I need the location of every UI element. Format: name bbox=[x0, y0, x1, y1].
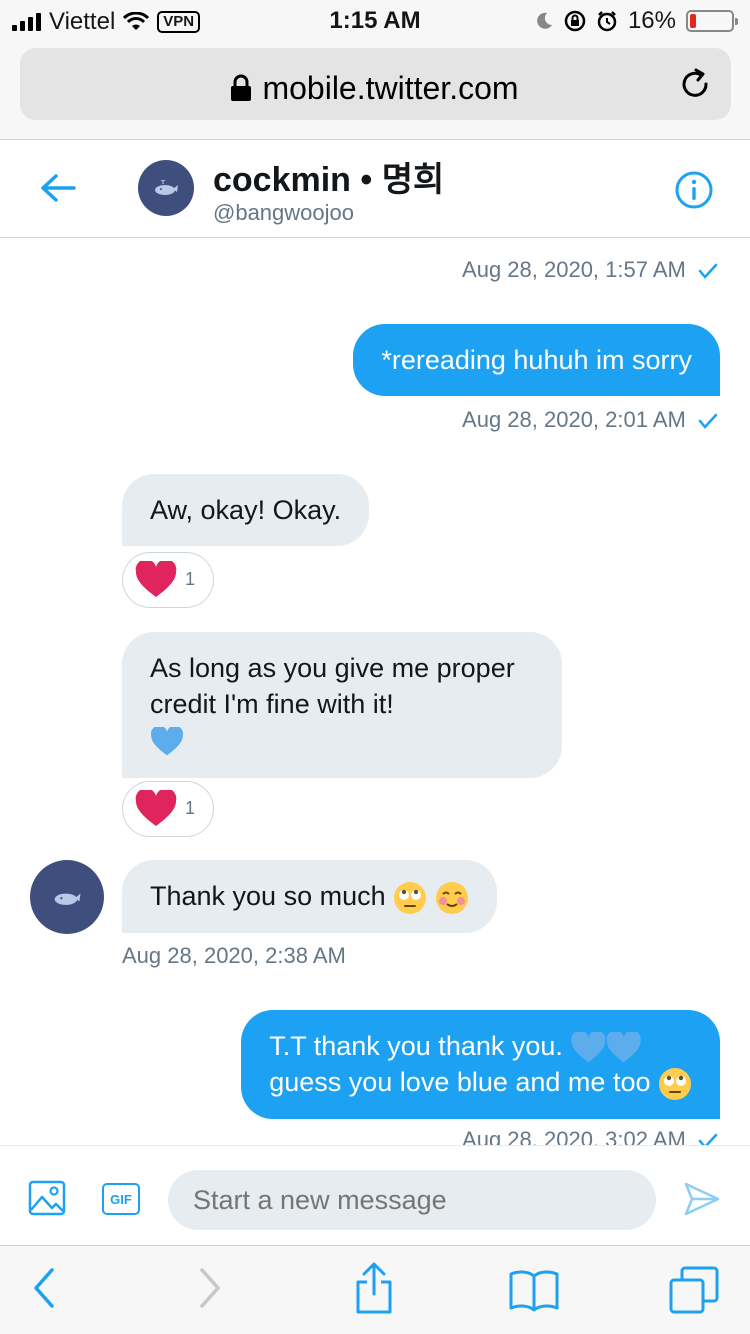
avatar[interactable] bbox=[138, 160, 194, 216]
rotation-lock-icon bbox=[564, 10, 586, 32]
gif-button[interactable]: GIF bbox=[102, 1183, 140, 1215]
browser-back-icon[interactable] bbox=[30, 1266, 56, 1310]
address-bar[interactable]: mobile.twitter.com bbox=[20, 48, 731, 120]
tabs-icon[interactable] bbox=[668, 1266, 720, 1314]
reload-icon[interactable] bbox=[677, 66, 713, 102]
message-list[interactable]: Aug 28, 2020, 1:57 AM *rereading huhuh i… bbox=[0, 239, 750, 1145]
rolling-eyes-emoji bbox=[659, 1067, 691, 1100]
whale-icon bbox=[54, 893, 81, 905]
sent-check-icon bbox=[698, 413, 718, 430]
message-timestamp: Aug 28, 2020, 3:02 AM bbox=[462, 1127, 718, 1145]
heart-icon bbox=[135, 561, 177, 597]
sent-check-icon bbox=[698, 263, 718, 280]
message-timestamp: Aug 28, 2020, 1:57 AM bbox=[462, 257, 718, 283]
message-timestamp: Aug 28, 2020, 2:38 AM bbox=[122, 943, 346, 968]
blue-heart-emoji bbox=[150, 725, 184, 756]
contact-handle: @bangwoojoo bbox=[213, 200, 354, 225]
contact-name[interactable]: cockmin • 명희 bbox=[213, 152, 444, 201]
moon-icon bbox=[537, 12, 552, 29]
status-bar: Viettel VPN 1:15 AM 16% bbox=[0, 0, 750, 40]
sent-check-icon bbox=[698, 1133, 718, 1145]
avatar[interactable] bbox=[30, 860, 104, 934]
outgoing-message[interactable]: *rereading huhuh im sorry bbox=[353, 324, 720, 396]
reaction-count: 1 bbox=[185, 569, 196, 589]
reaction-badge[interactable]: 1 bbox=[122, 552, 214, 608]
outgoing-message[interactable]: T.T thank you thank you. guess you love … bbox=[241, 1010, 720, 1119]
message-input[interactable] bbox=[168, 1170, 656, 1230]
heart-icon bbox=[135, 790, 177, 826]
back-arrow-icon[interactable] bbox=[38, 170, 78, 206]
share-icon[interactable] bbox=[354, 1260, 394, 1316]
send-icon[interactable] bbox=[684, 1182, 720, 1216]
rolling-eyes-emoji bbox=[394, 881, 427, 914]
incoming-message[interactable]: Aw, okay! Okay. bbox=[122, 474, 370, 546]
browser-bottom-toolbar bbox=[0, 1245, 750, 1334]
whale-icon bbox=[155, 180, 178, 195]
blue-hearts-emoji bbox=[571, 1030, 642, 1063]
conversation-header: cockmin • 명희 @bangwoojoo bbox=[0, 140, 750, 238]
info-icon[interactable] bbox=[674, 170, 714, 210]
reaction-count: 1 bbox=[185, 798, 196, 818]
smiling-blush-emoji bbox=[435, 881, 468, 914]
image-icon[interactable] bbox=[28, 1180, 66, 1216]
incoming-message[interactable]: Thank you so much bbox=[122, 860, 497, 933]
url-text: mobile.twitter.com bbox=[262, 70, 519, 106]
incoming-message[interactable]: As long as you give me proper credit I'm… bbox=[122, 632, 562, 778]
message-composer: GIF bbox=[0, 1145, 750, 1245]
battery-icon bbox=[686, 10, 738, 32]
alarm-icon bbox=[597, 11, 617, 32]
battery-percent: 16% bbox=[627, 7, 676, 34]
browser-forward-icon[interactable] bbox=[198, 1266, 224, 1310]
reaction-badge[interactable]: 1 bbox=[122, 781, 214, 837]
message-timestamp: Aug 28, 2020, 2:01 AM bbox=[462, 407, 718, 433]
bookmarks-icon[interactable] bbox=[508, 1268, 560, 1312]
browser-toolbar: mobile.twitter.com bbox=[0, 40, 750, 140]
